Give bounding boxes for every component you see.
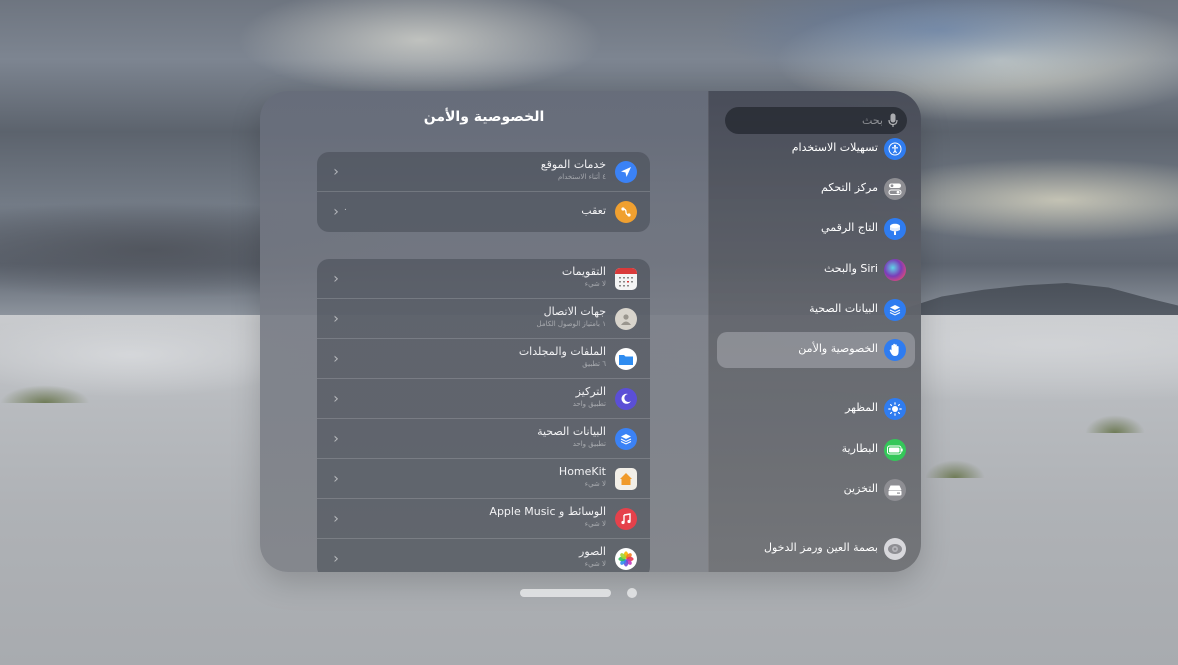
shrub: [1085, 415, 1145, 433]
chevron-left-icon: ‹: [333, 271, 339, 287]
sidebar-item-appearance[interactable]: المظهر: [717, 391, 915, 427]
microphone-icon[interactable]: [888, 113, 898, 128]
shrub: [0, 385, 90, 403]
sidebar-item-siri-search[interactable]: Siri والبحث: [717, 252, 915, 288]
sidebar-item-storage[interactable]: التخزين: [717, 472, 915, 508]
sidebar-item-label: مركز التحكم: [821, 181, 878, 194]
content-pane: الخصوصية والأمن خدمات الموقع ٤ أثناء الا…: [260, 91, 708, 572]
sidebar-item-label: البطارية: [841, 442, 878, 455]
brightness-icon: [884, 398, 906, 420]
list-item-focus[interactable]: التركيز تطبيق واحد ‹: [317, 379, 650, 419]
row-subtitle: لا شيء: [584, 520, 606, 528]
chevron-left-icon: ‹: [333, 391, 339, 407]
row-title: تعقب: [581, 204, 606, 217]
row-subtitle: تطبيق واحد: [572, 440, 606, 448]
row-subtitle: لا شيء: [584, 480, 606, 488]
sidebar-item-battery[interactable]: البطارية: [717, 432, 915, 468]
location-tracking-group: خدمات الموقع ٤ أثناء الاستخدام ‹ تعقب ٠ …: [317, 152, 650, 232]
row-title: الصور: [579, 545, 606, 558]
list-item-health-data[interactable]: البيانات الصحية تطبيق واحد ‹: [317, 419, 650, 459]
row-title: خدمات الموقع: [540, 158, 606, 171]
search-field[interactable]: [725, 107, 907, 134]
window-close-dot[interactable]: [627, 588, 637, 598]
hand-icon: [884, 339, 906, 361]
health-data-icon: [884, 299, 906, 321]
contacts-icon: [615, 308, 637, 330]
list-item-homekit[interactable]: HomeKit لا شيء ‹: [317, 459, 650, 499]
storage-icon: [884, 479, 906, 501]
sidebar-item-label: تسهيلات الاستخدام: [791, 141, 878, 154]
search-input[interactable]: [743, 107, 883, 134]
shrub: [925, 460, 985, 478]
row-title: HomeKit: [558, 465, 606, 478]
photos-icon: [615, 548, 637, 570]
app-permissions-group: التقويمات لا شيء ‹ جهات الاتصال ١ بامتيا…: [317, 259, 650, 572]
row-title: الملفات والمجلدات: [518, 345, 606, 358]
row-subtitle: ١ بامتياز الوصول الكامل: [536, 320, 606, 328]
moon-icon: [615, 388, 637, 410]
row-subtitle: لا شيء: [584, 560, 606, 568]
chevron-left-icon: ‹: [333, 311, 339, 327]
row-title: البيانات الصحية: [537, 425, 606, 438]
chevron-left-icon: ‹: [333, 351, 339, 367]
digital-crown-icon: [884, 218, 906, 240]
chevron-left-icon: ‹: [333, 471, 339, 487]
folder-icon: [615, 348, 637, 370]
row-subtitle: لا شيء: [584, 280, 606, 288]
sidebar-item-label: البيانات الصحية: [809, 302, 878, 315]
location-arrow-icon: [615, 161, 637, 183]
settings-window: الخصوصية والأمن خدمات الموقع ٤ أثناء الا…: [260, 91, 921, 572]
chevron-left-icon: ‹: [333, 431, 339, 447]
list-item-contacts[interactable]: جهات الاتصال ١ بامتياز الوصول الكامل ‹: [317, 299, 650, 339]
list-item-media-apple-music[interactable]: الوسائط و Apple Music لا شيء ‹: [317, 499, 650, 539]
sidebar-item-label: التاج الرقمي: [821, 221, 878, 234]
optic-id-icon: [884, 538, 906, 560]
sidebar-item-control-center[interactable]: مركز التحكم: [717, 171, 915, 207]
siri-icon: [884, 259, 906, 281]
sidebar-item-label: بصمة العين ورمز الدخول: [764, 541, 878, 554]
row-title: التقويمات: [561, 265, 606, 278]
row-subtitle: ٦ تطبيق: [582, 360, 606, 368]
row-subtitle: تطبيق واحد: [572, 400, 606, 408]
page-title: الخصوصية والأمن: [423, 109, 545, 125]
list-item-tracking[interactable]: تعقب ٠ ‹: [317, 192, 650, 232]
sidebar-item-label: المظهر: [845, 401, 878, 414]
sidebar-item-accessibility[interactable]: تسهيلات الاستخدام: [717, 131, 915, 167]
chevron-left-icon: ‹: [333, 164, 339, 180]
list-item-calendars[interactable]: التقويمات لا شيء ‹: [317, 259, 650, 299]
calendar-icon: [615, 268, 637, 290]
home-icon: [615, 468, 637, 490]
chevron-left-icon: ‹: [333, 204, 339, 220]
chevron-left-icon: ‹: [333, 551, 339, 567]
window-grab-bar[interactable]: [520, 589, 611, 597]
chevron-left-icon: ‹: [333, 511, 339, 527]
sidebar: تسهيلات الاستخدام مركز التحكم التاج الرق…: [708, 91, 921, 572]
tracking-icon: [615, 201, 637, 223]
battery-icon: [884, 439, 906, 461]
sidebar-item-health-data[interactable]: البيانات الصحية: [717, 292, 915, 328]
sidebar-item-privacy-security[interactable]: الخصوصية والأمن: [717, 332, 915, 368]
list-item-location-services[interactable]: خدمات الموقع ٤ أثناء الاستخدام ‹: [317, 152, 650, 192]
health-data-icon: [615, 428, 637, 450]
sidebar-item-digital-crown[interactable]: التاج الرقمي: [717, 211, 915, 247]
row-title: التركيز: [575, 385, 606, 398]
control-center-icon: [884, 178, 906, 200]
list-item-photos[interactable]: الصور لا شيء ‹: [317, 539, 650, 572]
music-icon: [615, 508, 637, 530]
list-item-files-folders[interactable]: الملفات والمجلدات ٦ تطبيق ‹: [317, 339, 650, 379]
tracking-count: ٠: [343, 205, 348, 215]
sidebar-item-label: الخصوصية والأمن: [798, 342, 878, 355]
row-subtitle: ٤ أثناء الاستخدام: [557, 173, 606, 181]
row-title: جهات الاتصال: [543, 305, 606, 318]
sidebar-item-label: Siri والبحث: [823, 262, 878, 275]
row-title: الوسائط و Apple Music: [489, 505, 606, 518]
accessibility-icon: [884, 138, 906, 160]
sidebar-item-optic-id-passcode[interactable]: بصمة العين ورمز الدخول: [717, 531, 915, 567]
sidebar-item-label: التخزين: [843, 482, 878, 495]
